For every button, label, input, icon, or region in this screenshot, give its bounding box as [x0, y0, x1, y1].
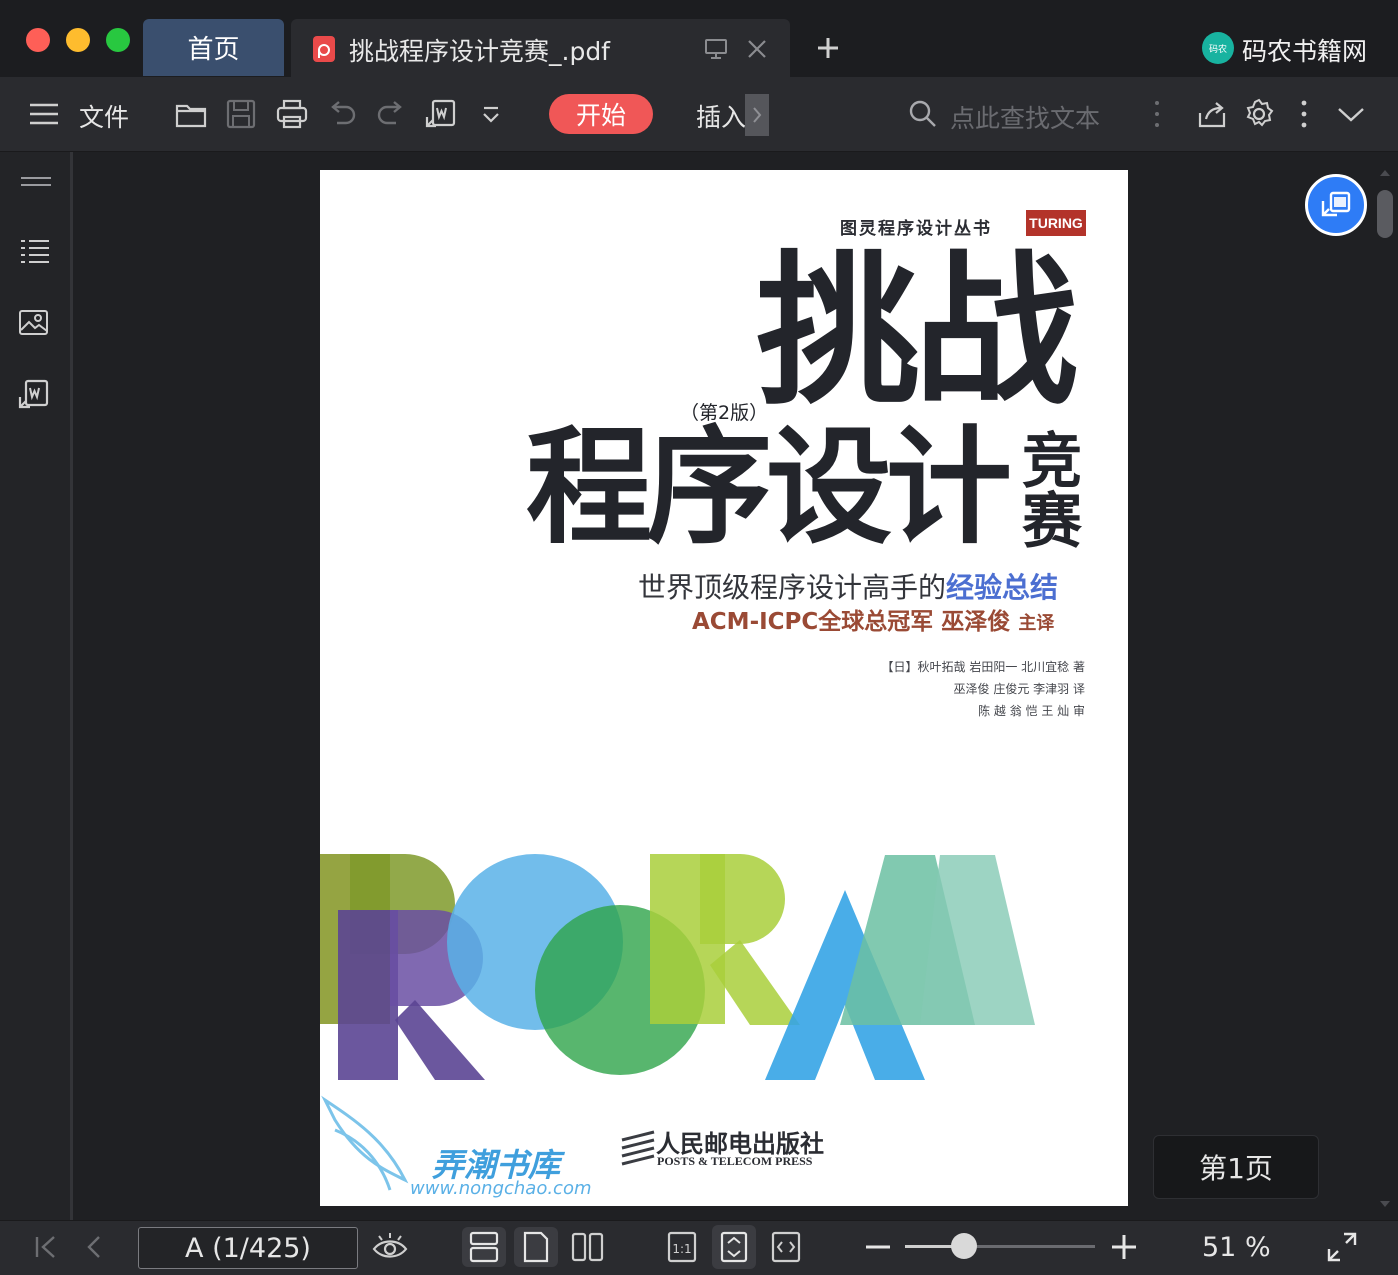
press-name-en: POSTS & TELECOM PRESS	[657, 1154, 813, 1168]
scroll-down-icon[interactable]	[1379, 1195, 1391, 1207]
tab-document[interactable]: 挑战程序设计竞赛_.pdf	[291, 19, 790, 77]
watermark-url: www.nongchao.com	[410, 1178, 592, 1199]
zoom-out-icon[interactable]	[858, 1227, 898, 1267]
bottom-status-bar: A (1/425) 1:1 51 %	[0, 1220, 1398, 1275]
zoom-level[interactable]: 51 %	[1202, 1232, 1271, 1263]
zoom-in-icon[interactable]	[1104, 1227, 1144, 1267]
minimize-window-button[interactable]	[66, 28, 90, 52]
current-page-badge: 第1页	[1153, 1135, 1319, 1199]
two-page-icon[interactable]	[566, 1227, 610, 1267]
cover-credit-translators: 巫泽俊 庄俊元 李津羽 译	[953, 682, 1085, 696]
zoom-slider-thumb[interactable]	[950, 1233, 977, 1259]
brand-logo-icon: 码农	[1202, 32, 1234, 64]
fit-page-icon[interactable]	[712, 1225, 756, 1269]
tab-start-button[interactable]: 开始	[549, 94, 653, 134]
close-tab-icon[interactable]	[745, 37, 769, 61]
save-icon[interactable]	[224, 97, 258, 131]
cover-title-line1: 挑战	[756, 236, 1078, 427]
fit-width-icon[interactable]	[766, 1227, 806, 1267]
menu-icon[interactable]	[27, 97, 61, 131]
toolbar-separator-icon	[1150, 97, 1164, 131]
thumbnails-image-icon[interactable]	[18, 308, 50, 338]
more-options-icon[interactable]	[1297, 97, 1311, 131]
cover-title-side-1: 竞	[1022, 427, 1082, 497]
cover-credit-authors: 【日】秋叶拓哉 岩田阳一 北川宜稔 著	[881, 660, 1085, 674]
pdf-to-word-icon[interactable]	[424, 97, 458, 131]
page-number-input[interactable]: A (1/425)	[138, 1227, 358, 1269]
previous-page-icon[interactable]	[74, 1227, 114, 1267]
vertical-scrollbar-thumb[interactable]	[1377, 190, 1393, 238]
brand-name[interactable]: 码农书籍网	[1242, 32, 1367, 68]
press-logo-icon	[621, 1130, 655, 1166]
pdf-page-1[interactable]: 图灵程序设计丛书 TURING 挑战 （第2版） 程序设计 竞 赛 世界顶级程序…	[320, 170, 1128, 1206]
pdf-file-icon	[313, 36, 335, 62]
current-page-badge-label: 第1页	[1199, 1152, 1273, 1185]
close-window-button[interactable]	[26, 28, 50, 52]
cover-title-line2: 程序设计	[526, 414, 1012, 561]
tab-home[interactable]: 首页	[143, 19, 284, 76]
svg-text:1:1: 1:1	[672, 1242, 691, 1256]
file-menu[interactable]: 文件	[79, 98, 129, 134]
cover-translator-line: ACM-ICPC全球总冠军 巫泽俊 主译	[692, 609, 1055, 635]
actual-size-icon[interactable]: 1:1	[662, 1227, 702, 1267]
cover-subtitle: 世界顶级程序设计高手的经验总结	[638, 571, 1059, 604]
turing-logo: TURING	[1026, 210, 1086, 236]
first-page-icon[interactable]	[26, 1227, 66, 1267]
maximize-window-button[interactable]	[106, 28, 130, 52]
outline-list-icon[interactable]	[19, 236, 51, 266]
cover-program-artwork	[320, 854, 1035, 1080]
new-tab-button[interactable]	[814, 34, 842, 62]
continuous-scroll-icon[interactable]	[462, 1227, 506, 1267]
convert-word-icon[interactable]	[17, 378, 51, 412]
side-panel-rail	[0, 152, 73, 1220]
open-folder-icon[interactable]	[174, 97, 208, 131]
redo-icon[interactable]	[374, 97, 408, 131]
scroll-up-icon[interactable]	[1379, 164, 1391, 176]
tab-start-label: 开始	[575, 101, 626, 130]
share-icon[interactable]	[1195, 97, 1229, 131]
collapse-panel-icon[interactable]	[19, 172, 53, 192]
settings-gear-icon[interactable]	[1242, 97, 1276, 131]
floating-convert-icon	[1321, 191, 1351, 217]
more-dropdown-icon[interactable]	[474, 97, 508, 131]
print-icon[interactable]	[275, 97, 309, 131]
floating-convert-button[interactable]	[1305, 174, 1367, 236]
title-bar: 首页 挑战程序设计竞赛_.pdf 码农 码农书籍网	[0, 0, 1398, 77]
eye-protection-icon[interactable]	[370, 1227, 410, 1267]
tab-document-label: 挑战程序设计竞赛_.pdf	[349, 37, 610, 66]
cover-credit-reviewers: 陈 越 翁 恺 王 灿 审	[978, 704, 1085, 718]
tabs-scroll-right-icon[interactable]	[745, 94, 769, 136]
single-page-icon[interactable]	[514, 1227, 558, 1267]
search-icon[interactable]	[906, 97, 940, 131]
cover-title-side-2: 赛	[1022, 487, 1082, 557]
undo-icon[interactable]	[325, 97, 359, 131]
tab-home-label: 首页	[187, 35, 240, 65]
page-number-value: A (1/425)	[185, 1232, 311, 1264]
fullscreen-icon[interactable]	[1322, 1227, 1362, 1267]
tab-insert[interactable]: 插入	[696, 98, 746, 134]
screen-icon[interactable]	[703, 37, 729, 61]
search-input[interactable]: 点此查找文本	[950, 99, 1100, 135]
collapse-toolbar-icon[interactable]	[1334, 97, 1368, 131]
main-toolbar: 文件 开始 插入 点此查找文本	[0, 77, 1398, 152]
